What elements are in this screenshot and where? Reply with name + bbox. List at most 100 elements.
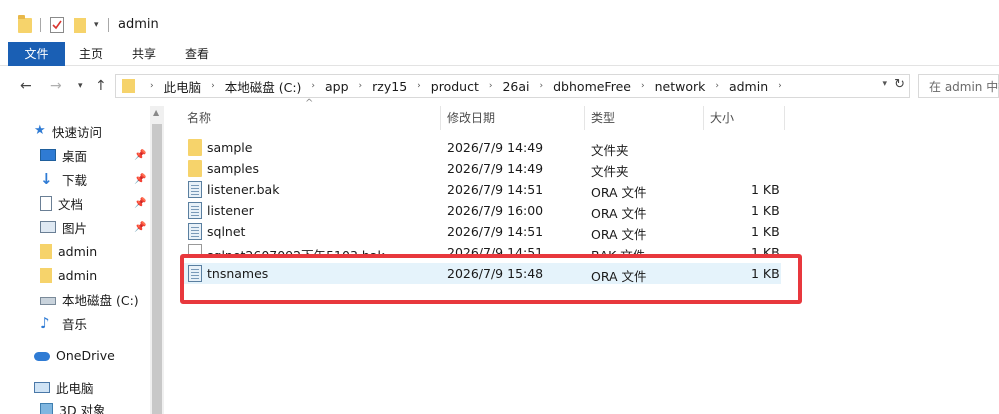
computer-icon <box>34 381 50 393</box>
column-divider[interactable] <box>703 106 704 130</box>
customize-toolbar-icon[interactable]: ▾ <box>94 20 99 30</box>
sidebar-item-this-pc[interactable]: 此电脑 <box>34 376 94 398</box>
breadcrumb: › 此电脑 › 本地磁盘 (C:) › app › rzy15 › produc… <box>140 75 792 97</box>
file-type: 文件夹 <box>591 164 629 179</box>
file-size: 1 KB <box>751 224 780 239</box>
file-row[interactable]: listener.bak 2026/7/9 14:51 ORA 文件 1 KB <box>181 179 781 200</box>
sidebar-item-quick-access[interactable]: ★ 快速访问 <box>34 120 102 142</box>
column-header-date[interactable]: 修改日期 <box>447 106 495 130</box>
sidebar-item-desktop[interactable]: 桌面 <box>40 144 87 166</box>
file-row[interactable]: sqlnet 2026/7/9 14:51 ORA 文件 1 KB <box>181 221 781 242</box>
sidebar-item-documents[interactable]: 文档 <box>40 192 83 214</box>
column-divider[interactable] <box>784 106 785 130</box>
sidebar-item-label: 此电脑 <box>56 380 94 396</box>
separator <box>108 18 109 32</box>
chevron-right-icon[interactable]: › <box>715 81 719 91</box>
tab-file[interactable]: 文件 <box>8 42 65 66</box>
chevron-right-icon[interactable]: › <box>417 81 421 91</box>
tab-view[interactable]: 查看 <box>185 42 209 66</box>
ora-file-icon <box>188 223 202 240</box>
sidebar-item-local-disk[interactable]: 本地磁盘 (C:) <box>40 288 139 310</box>
chevron-right-icon[interactable]: › <box>778 81 782 91</box>
scrollbar-thumb[interactable] <box>152 124 162 414</box>
picture-icon <box>40 221 56 233</box>
sidebar-item-label: OneDrive <box>56 347 115 363</box>
breadcrumb-item[interactable]: rzy15 <box>372 79 407 94</box>
document-icon <box>40 195 52 211</box>
folder-icon <box>18 15 32 33</box>
star-icon: ★ <box>34 123 46 138</box>
file-date: 2026/7/9 16:00 <box>447 203 544 218</box>
breadcrumb-item[interactable]: 此电脑 <box>164 77 202 96</box>
tab-share[interactable]: 共享 <box>132 42 156 66</box>
chevron-right-icon[interactable]: › <box>359 81 363 91</box>
file-date: 2026/7/9 14:49 <box>447 161 544 176</box>
address-dropdown-icon[interactable]: ▾ <box>882 79 887 89</box>
file-row[interactable]: samples 2026/7/9 14:49 文件夹 <box>181 158 781 179</box>
column-header-name[interactable]: 名称 <box>187 106 211 130</box>
tab-home[interactable]: 主页 <box>79 42 103 66</box>
sidebar-item-label: 文档 <box>58 196 84 212</box>
chevron-right-icon[interactable]: › <box>489 81 493 91</box>
breadcrumb-item[interactable]: network <box>655 79 706 94</box>
recent-locations-icon[interactable]: ▾ <box>78 81 83 91</box>
separator <box>40 18 41 32</box>
breadcrumb-item[interactable]: admin <box>729 79 768 94</box>
download-icon: ↓ <box>40 170 53 188</box>
folder-icon <box>188 160 202 177</box>
chevron-right-icon[interactable]: › <box>311 81 315 91</box>
sidebar-item-label: 快速访问 <box>52 124 103 140</box>
forward-arrow-icon[interactable]: → <box>50 78 62 94</box>
sidebar-item-downloads[interactable]: ↓ 下载 <box>40 168 87 190</box>
file-name: samples <box>207 161 259 176</box>
search-input[interactable]: 在 admin 中搜 <box>918 74 999 98</box>
file-name: sample <box>207 140 253 155</box>
sidebar-item-onedrive[interactable]: OneDrive <box>34 344 115 366</box>
sidebar-item-admin[interactable]: admin <box>40 240 97 262</box>
breadcrumb-item[interactable]: dbhomeFree <box>553 79 631 94</box>
chevron-right-icon[interactable]: › <box>641 81 645 91</box>
file-name: listener <box>207 203 254 218</box>
breadcrumb-item[interactable]: 本地磁盘 (C:) <box>225 77 302 96</box>
up-arrow-icon[interactable]: ↑ <box>95 78 107 94</box>
file-size: 1 KB <box>751 182 780 197</box>
file-row[interactable]: sample 2026/7/9 14:49 文件夹 <box>181 137 781 158</box>
pin-icon[interactable]: 📌 <box>134 222 146 233</box>
title-bar: ▾ admin <box>0 0 999 40</box>
chevron-right-icon[interactable]: › <box>211 81 215 91</box>
pin-icon[interactable]: 📌 <box>134 198 146 209</box>
column-header-size[interactable]: 大小 <box>710 106 734 130</box>
sidebar-item-label: 桌面 <box>62 148 88 164</box>
address-bar[interactable]: › 此电脑 › 本地磁盘 (C:) › app › rzy15 › produc… <box>115 74 910 98</box>
pin-icon[interactable]: 📌 <box>134 150 146 161</box>
breadcrumb-item[interactable]: 26ai <box>502 79 529 94</box>
refresh-icon[interactable]: ↻ <box>894 77 905 92</box>
sidebar-scrollbar[interactable]: ▲ <box>150 106 164 414</box>
sidebar-item-admin[interactable]: admin <box>40 264 97 286</box>
sidebar-item-label: 音乐 <box>62 316 88 332</box>
sidebar-item-pictures[interactable]: 图片 <box>40 216 87 238</box>
sidebar-item-label: admin <box>58 267 98 283</box>
pin-icon[interactable]: 📌 <box>134 174 146 185</box>
file-row[interactable]: listener 2026/7/9 16:00 ORA 文件 1 KB <box>181 200 781 221</box>
sidebar-item-label: admin <box>58 243 98 259</box>
file-type: ORA 文件 <box>591 227 647 242</box>
column-divider[interactable] <box>584 106 585 130</box>
breadcrumb-item[interactable]: app <box>325 79 349 94</box>
back-arrow-icon[interactable]: ← <box>20 78 32 94</box>
annotation-highlight-box <box>180 254 802 304</box>
properties-icon[interactable] <box>50 17 64 33</box>
new-folder-icon[interactable] <box>74 18 86 33</box>
scroll-up-icon[interactable]: ▲ <box>153 108 159 117</box>
ribbon: 文件 主页 共享 查看 <box>0 40 999 66</box>
chevron-right-icon[interactable]: › <box>540 81 544 91</box>
file-size: 1 KB <box>751 203 780 218</box>
sidebar-item-3d-objects[interactable]: 3D 对象 <box>40 398 106 414</box>
chevron-right-icon[interactable]: › <box>150 81 154 91</box>
file-type: ORA 文件 <box>591 206 647 221</box>
column-header-type[interactable]: 类型 <box>591 106 615 130</box>
sidebar-item-music[interactable]: ♪ 音乐 <box>40 312 87 334</box>
sidebar-item-label: 下载 <box>62 172 88 188</box>
breadcrumb-item[interactable]: product <box>431 79 479 94</box>
column-divider[interactable] <box>440 106 441 130</box>
